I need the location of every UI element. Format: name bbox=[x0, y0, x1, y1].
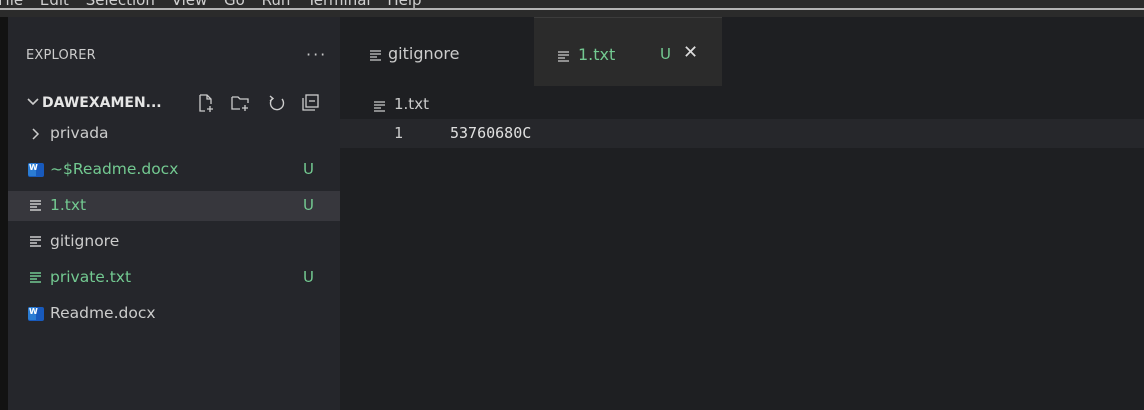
text-file-icon bbox=[30, 272, 41, 283]
untracked-badge: U bbox=[660, 45, 671, 63]
tab-label: gitignore bbox=[388, 44, 460, 63]
word-document-icon bbox=[28, 163, 44, 177]
code-line[interactable]: 53760680C bbox=[450, 124, 531, 142]
close-tab-button[interactable]: ✕ bbox=[683, 42, 698, 63]
new-file-icon[interactable] bbox=[196, 93, 216, 113]
untracked-badge: U bbox=[303, 160, 314, 178]
chevron-right-icon bbox=[32, 128, 40, 140]
breadcrumb-file: 1.txt bbox=[394, 95, 429, 113]
activity-bar-edge bbox=[0, 17, 8, 410]
menu-divider bbox=[0, 8, 1144, 10]
collapse-all-icon[interactable] bbox=[300, 93, 320, 113]
explorer-title: EXPLORER bbox=[26, 48, 96, 63]
tree-file-readme-docx[interactable]: Readme.docx bbox=[8, 299, 340, 329]
tree-folder-privada[interactable]: privada bbox=[8, 119, 340, 149]
untracked-badge: U bbox=[303, 196, 314, 214]
text-file-icon bbox=[370, 50, 381, 61]
explorer-more-actions-button[interactable]: ··· bbox=[306, 45, 327, 64]
tree-file-temp-readme[interactable]: ~$Readme.docx U bbox=[8, 155, 340, 185]
project-name: DAWEXAMEN... bbox=[42, 95, 162, 111]
tree-item-label: privada bbox=[50, 124, 109, 142]
text-file-icon bbox=[30, 200, 41, 211]
tree-item-label: private.txt bbox=[50, 268, 132, 286]
project-header[interactable]: DAWEXAMEN... bbox=[8, 89, 340, 119]
tree-item-label: gitignore bbox=[50, 232, 120, 250]
explorer-sidebar: EXPLORER ··· DAWEXAMEN... privada W ~$Re… bbox=[8, 17, 340, 410]
chevron-down-icon bbox=[27, 98, 39, 106]
new-folder-icon[interactable] bbox=[230, 93, 250, 113]
tab-gitignore[interactable]: gitignore bbox=[340, 17, 530, 86]
tree-item-label: 1.txt bbox=[50, 196, 87, 214]
editor-tab-bar: gitignore 1.txt U ✕ bbox=[340, 17, 1144, 87]
menu-bar: File Edit Selection View Go Run Terminal… bbox=[0, 0, 1144, 17]
tree-item-label: Readme.docx bbox=[50, 304, 156, 322]
editor-area[interactable]: 1.txt 1 53760680C bbox=[340, 86, 1144, 410]
refresh-icon[interactable] bbox=[267, 93, 287, 113]
tree-item-label: ~$Readme.docx bbox=[50, 160, 179, 178]
text-file-icon bbox=[30, 236, 41, 247]
word-document-icon bbox=[28, 307, 44, 321]
tab-label: 1.txt bbox=[578, 45, 616, 64]
tree-file-private-txt[interactable]: private.txt U bbox=[8, 263, 340, 293]
tree-file-1-txt[interactable]: 1.txt U bbox=[8, 191, 340, 221]
tab-1-txt[interactable]: 1.txt U ✕ bbox=[534, 17, 722, 87]
text-file-icon bbox=[558, 51, 569, 62]
text-file-icon bbox=[374, 101, 385, 112]
tree-file-gitignore[interactable]: gitignore bbox=[8, 227, 340, 257]
untracked-badge: U bbox=[303, 268, 314, 286]
line-number: 1 bbox=[394, 124, 404, 142]
